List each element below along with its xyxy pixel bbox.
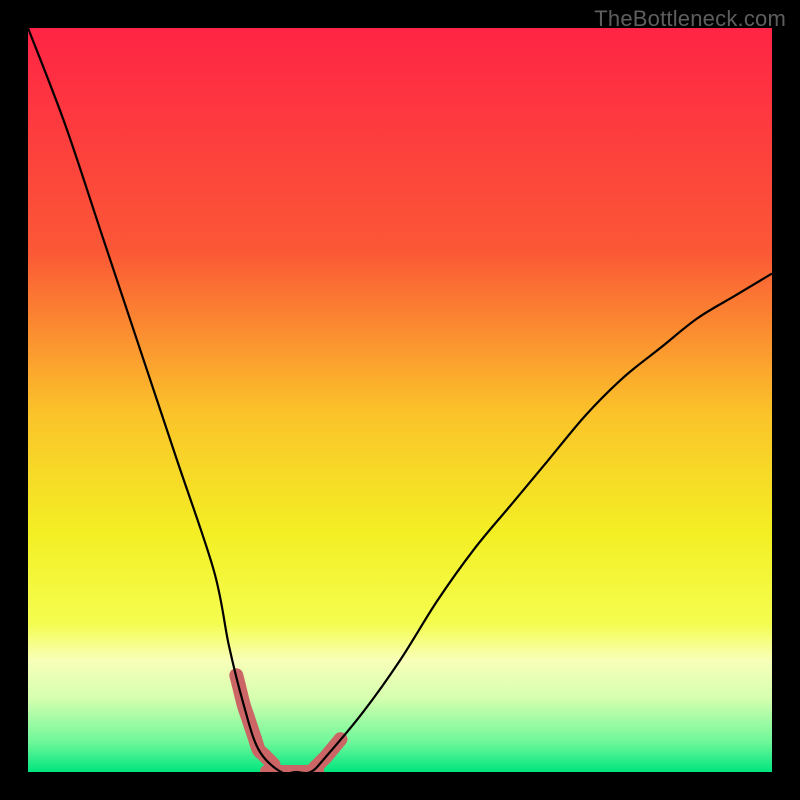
- gradient-rect: [28, 28, 772, 772]
- gradient-background: [28, 28, 772, 772]
- watermark-text: TheBottleneck.com: [594, 6, 786, 32]
- chart-frame: TheBottleneck.com: [0, 0, 800, 800]
